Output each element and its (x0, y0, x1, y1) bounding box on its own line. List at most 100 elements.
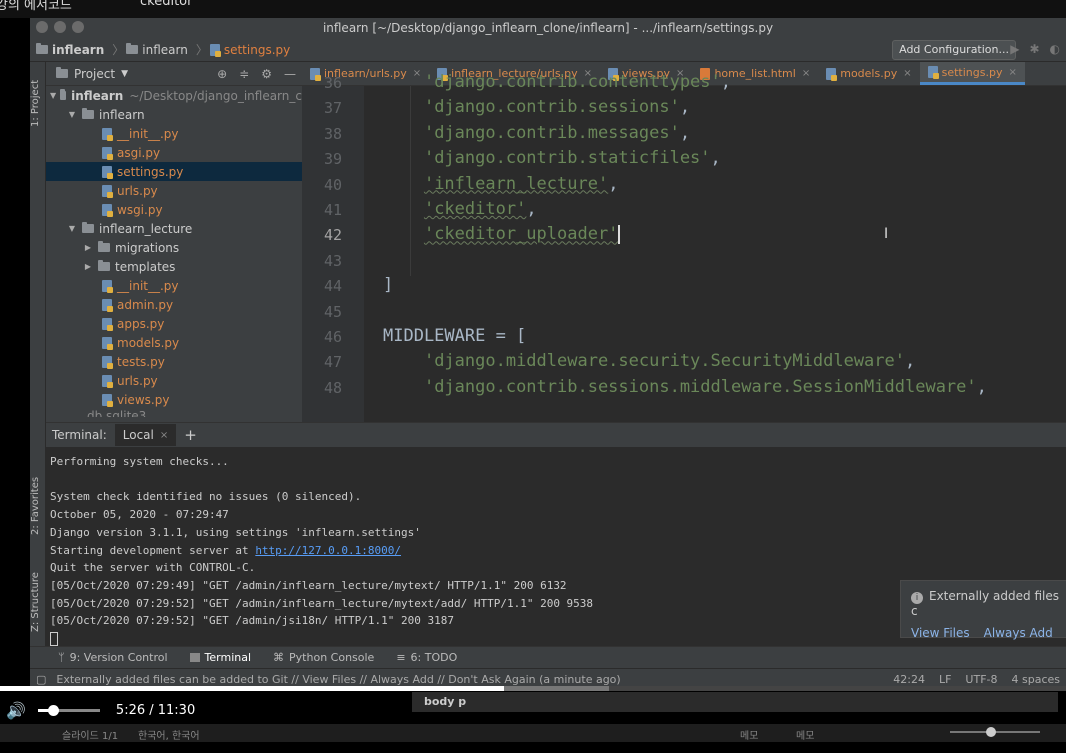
collapsed-arrow-icon[interactable]: ▶ (82, 243, 94, 252)
expand-arrow-icon[interactable]: ▼ (50, 91, 56, 100)
tree-folder-inflearn-lecture[interactable]: ▼ inflearn_lecture (46, 219, 302, 238)
tab-python-console[interactable]: ⌘ Python Console (273, 651, 374, 664)
tree-folder-templates[interactable]: ▶ templates (46, 257, 302, 276)
collapsed-arrow-icon[interactable]: ▶ (82, 262, 94, 271)
tree-file[interactable]: __init__.py (46, 276, 302, 295)
indent-setting[interactable]: 4 spaces (1012, 673, 1061, 686)
tree-file-partial[interactable]: db.sqlite3 (46, 409, 302, 417)
collapse-icon[interactable]: ≑ (239, 67, 249, 81)
tree-file-selected[interactable]: settings.py (46, 162, 302, 181)
python-file-icon (826, 67, 838, 81)
zoom-window-button[interactable] (72, 21, 84, 33)
terminal-line: System check identified no issues (0 sil… (50, 490, 362, 504)
locate-icon[interactable]: ⊕ (217, 67, 227, 81)
line-number: 42 (323, 226, 343, 245)
run-icon[interactable]: ▶ (1010, 42, 1019, 56)
expand-arrow-icon[interactable]: ▼ (66, 110, 78, 119)
tool-tab-structure[interactable]: Z: Structure (30, 562, 46, 642)
server-url-link[interactable]: http://127.0.0.1:8000/ (255, 544, 401, 557)
always-add-link[interactable]: Always Add (984, 626, 1053, 640)
tree-file[interactable]: urls.py (46, 181, 302, 200)
line-separator[interactable]: LF (939, 673, 951, 686)
video-progress-bar[interactable] (0, 686, 1066, 691)
code-line[interactable]: 'inflearn_lecture', (383, 174, 618, 194)
new-terminal-button[interactable]: + (184, 426, 197, 444)
breadcrumb-file[interactable]: settings.py (209, 43, 290, 57)
project-panel-title[interactable]: Project (74, 67, 115, 81)
status-message[interactable]: Externally added files can be added to G… (56, 673, 620, 686)
volume-knob[interactable] (48, 704, 60, 716)
editor-tab[interactable]: models.py × (818, 62, 919, 85)
played-bar (0, 686, 505, 691)
tree-file[interactable]: tests.py (46, 352, 302, 371)
coverage-icon[interactable]: ◐ (1050, 42, 1060, 56)
folder-icon (82, 108, 94, 119)
breadcrumb-root[interactable]: inflearn (36, 43, 104, 57)
zoom-knob[interactable] (986, 727, 996, 737)
run-toolbar: ▶ ✱ ◐ (1010, 42, 1060, 56)
file-encoding[interactable]: UTF-8 (965, 673, 997, 686)
minimize-window-button[interactable] (54, 21, 66, 33)
tab-terminal[interactable]: Terminal (189, 651, 251, 664)
terminal-header: Terminal: Local × + (46, 423, 1066, 447)
tool-tab-project[interactable]: 1: Project (30, 68, 46, 138)
cursor-position[interactable]: 42:24 (893, 673, 925, 686)
line-number: 43 (323, 251, 343, 270)
code-line[interactable]: 'django.contrib.sessions', (383, 97, 690, 117)
comment-label[interactable]: 메모 (796, 727, 814, 742)
python-file-icon (102, 203, 113, 217)
tree-folder-migrations[interactable]: ▶ migrations (46, 238, 302, 257)
code-line[interactable]: 'django.middleware.security.SecurityMidd… (383, 351, 915, 371)
expand-arrow-icon[interactable]: ▼ (66, 224, 78, 233)
terminal-tab-local[interactable]: Local × (114, 424, 177, 446)
line-number: 41 (323, 201, 343, 219)
tree-file[interactable]: apps.py (46, 314, 302, 333)
code-line[interactable]: ] (383, 275, 393, 295)
hide-icon[interactable]: — (284, 67, 296, 81)
close-tab-icon[interactable]: × (802, 68, 810, 79)
code-editor[interactable]: inflearn/urls.py × inflearn_lecture/urls.… (302, 62, 1066, 422)
close-window-button[interactable] (36, 21, 48, 33)
editor-tab-active[interactable]: settings.py × (919, 62, 1025, 85)
tree-file[interactable]: wsgi.py (46, 200, 302, 219)
code-line[interactable]: 'django.contrib.contenttypes', (383, 72, 731, 92)
video-header: 강의 에서코드 ckeditor (0, 0, 1066, 18)
tree-file[interactable]: __init__.py (46, 124, 302, 143)
zoom-slider[interactable] (950, 727, 1040, 737)
volume-slider[interactable] (37, 704, 100, 716)
tree-file[interactable]: views.py (46, 390, 302, 409)
volume-icon[interactable]: 🔊 (6, 701, 26, 720)
layout-icon[interactable]: ▢ (36, 673, 46, 686)
debug-icon[interactable]: ✱ (1029, 42, 1039, 56)
tree-file[interactable]: asgi.py (46, 143, 302, 162)
close-tab-icon[interactable]: × (1008, 67, 1016, 78)
tree-file[interactable]: admin.py (46, 295, 302, 314)
tree-folder-inflearn[interactable]: ▼ inflearn (46, 105, 302, 124)
close-tab-icon[interactable]: × (160, 430, 168, 441)
folder-icon (98, 260, 110, 271)
code-line[interactable]: 'django.contrib.sessions.middleware.Sess… (383, 377, 987, 397)
code-line[interactable]: 'ckeditor_uploader' (383, 224, 621, 244)
code-line[interactable]: MIDDLEWARE = [ (383, 326, 526, 346)
line-number: 48 (323, 378, 343, 397)
tree-root[interactable]: ▼ inflearn ~/Desktop/django_inflearn_c (46, 86, 302, 105)
tool-tab-favorites[interactable]: 2: Favorites (30, 466, 46, 546)
code-line[interactable]: 'django.contrib.staticfiles', (383, 148, 721, 168)
tab-todo[interactable]: ≡ 6: TODO (396, 651, 457, 664)
tab-version-control[interactable]: ᛘ 9: Version Control (58, 651, 168, 664)
breadcrumb-package[interactable]: inflearn (126, 43, 188, 57)
close-tab-icon[interactable]: × (903, 68, 911, 79)
tree-file[interactable]: urls.py (46, 371, 302, 390)
code-line[interactable]: 'django.contrib.messages', (383, 123, 690, 143)
python-file-icon (102, 165, 113, 179)
chevron-down-icon[interactable]: ▼ (121, 69, 128, 79)
line-number: 47 (323, 353, 343, 372)
branch-icon: ᛘ (58, 651, 65, 664)
python-file-icon (102, 184, 113, 198)
tree-file[interactable]: models.py (46, 333, 302, 352)
gear-icon[interactable]: ⚙ (261, 67, 272, 81)
note-label[interactable]: 메모 (740, 727, 758, 742)
code-line[interactable]: 'ckeditor', (383, 199, 537, 219)
view-files-link[interactable]: View Files (911, 626, 970, 640)
add-configuration-button[interactable]: Add Configuration... (892, 40, 1016, 60)
